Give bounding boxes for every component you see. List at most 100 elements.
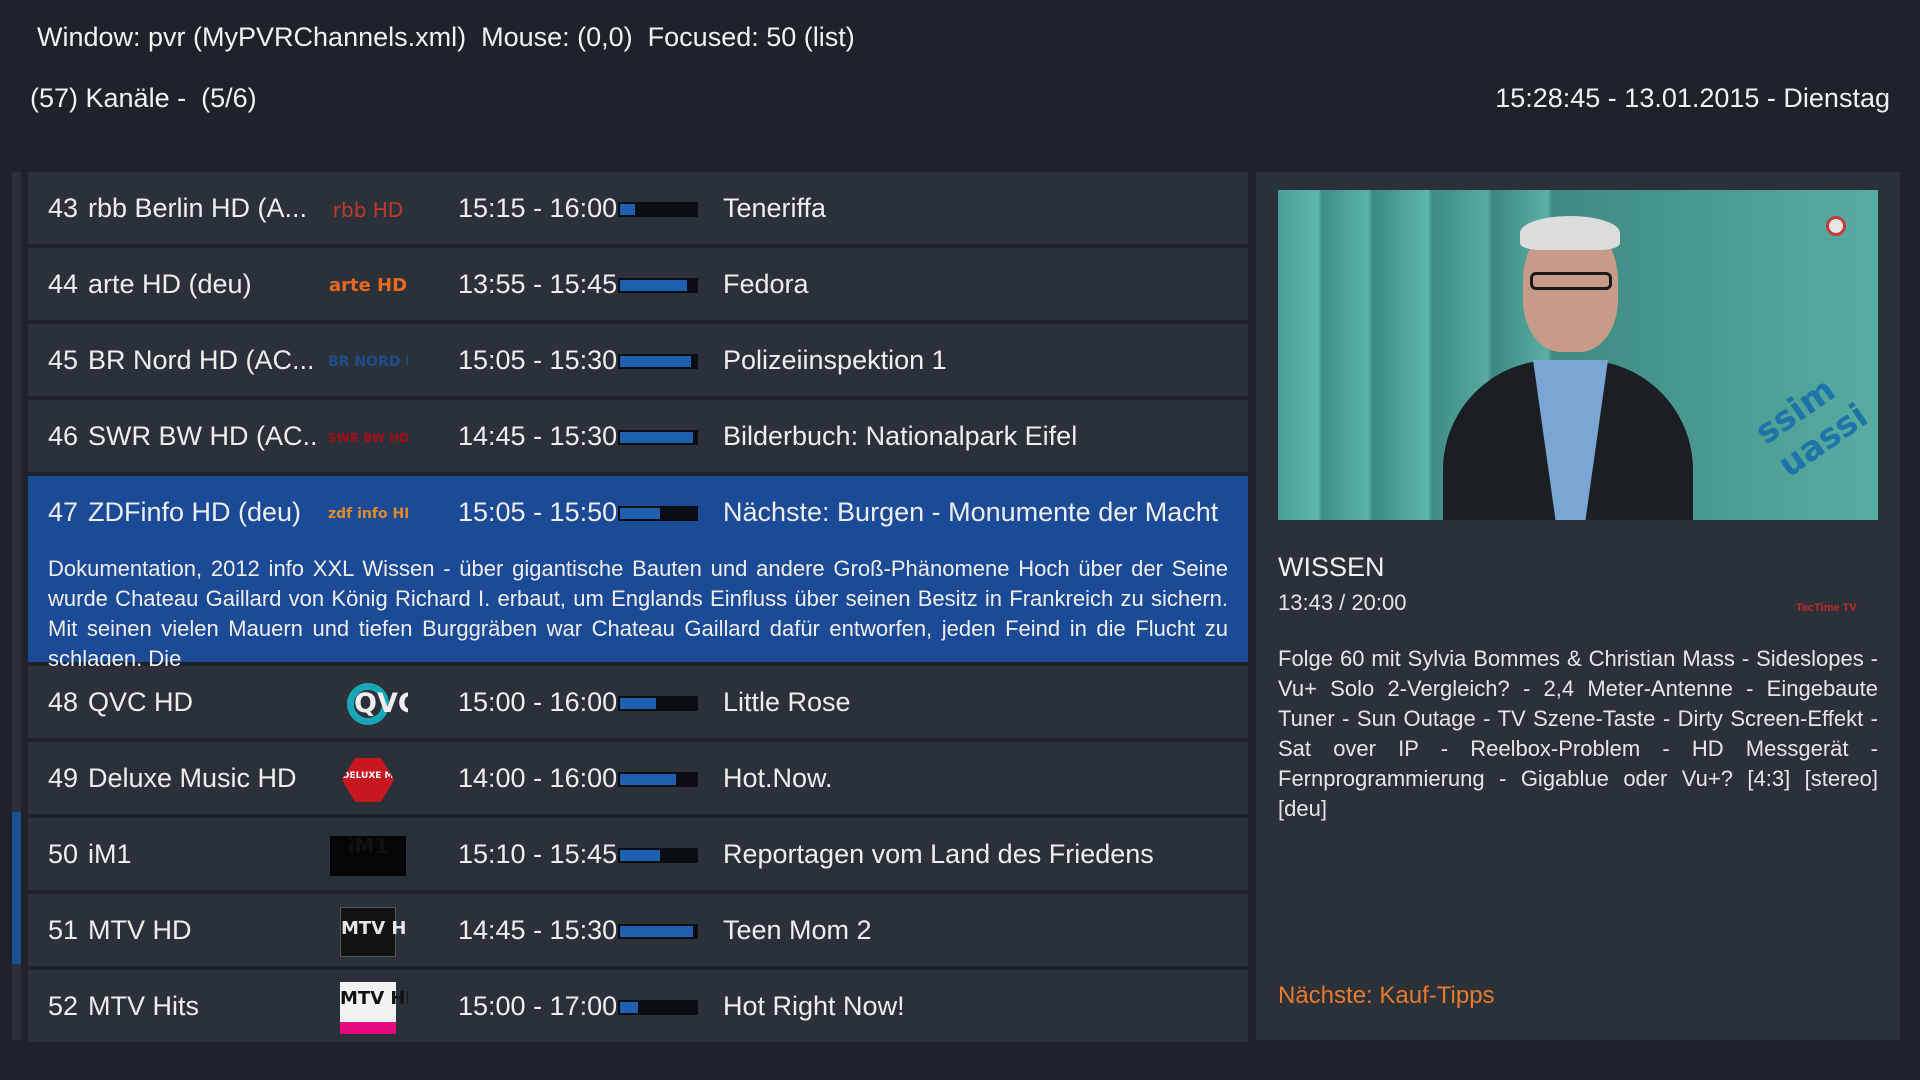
channel-row[interactable]: 52 MTV Hits MTV HITS 15:00 - 17:00 Hot Right… bbox=[28, 970, 1248, 1042]
live-icon bbox=[1826, 216, 1846, 236]
next-program: Nächste: Kauf-Tipps bbox=[1278, 982, 1495, 1009]
channel-logo-cell: arte HD bbox=[328, 248, 408, 320]
clock-date: 15:28:45 - 13.01.2015 - Dienstag bbox=[1495, 83, 1890, 113]
progress-bar-fill bbox=[620, 774, 677, 785]
deluxe-logo-icon: DELUXE MUSIC HD bbox=[342, 757, 394, 802]
progress-bar-fill bbox=[620, 508, 660, 519]
progress-bar-fill bbox=[620, 280, 687, 291]
progress-bar bbox=[618, 1000, 698, 1015]
video-preview: ssim uassi bbox=[1278, 190, 1878, 520]
progress-bar-fill bbox=[620, 926, 693, 937]
program-time-range: 14:45 - 15:30 bbox=[458, 421, 618, 451]
program-title: Polizeiinspektion 1 bbox=[723, 345, 947, 375]
channel-row[interactable]: 51 MTV HD MTV HD 14:45 - 15:30 Teen Mom 2 bbox=[28, 894, 1248, 966]
channel-row[interactable]: 46 SWR BW HD (AC... SWR BW HD 14:45 - 15:30… bbox=[28, 400, 1248, 472]
channel-row[interactable]: 47 ZDFinfo HD (deu) zdf info HD 15:05 - 15:… bbox=[28, 476, 1248, 671]
progress-bar bbox=[618, 924, 698, 939]
channel-row[interactable]: 44 arte HD (deu) arte HD 13:55 - 15:45 Fedor… bbox=[28, 248, 1248, 320]
channel-row[interactable]: 43 rbb Berlin HD (A... rbb HD 15:15 - 16:00… bbox=[28, 172, 1248, 244]
progress-bar bbox=[618, 772, 698, 787]
channel-name: arte HD (deu) bbox=[88, 269, 252, 299]
channel-logo-cell: MTV HITS bbox=[328, 970, 408, 1042]
progress-bar-fill bbox=[620, 1002, 639, 1013]
program-title: Hot.Now. bbox=[723, 763, 833, 793]
progress-bar-fill bbox=[620, 432, 693, 443]
channel-logo-cell: BR NORD HD bbox=[328, 324, 408, 396]
progress-bar bbox=[618, 354, 698, 369]
info-panel: ssim uassi WISSEN 13:43 / 20:00 TecTime … bbox=[1256, 172, 1900, 1040]
channel-row[interactable]: 45 BR Nord HD (AC... BR NORD HD 15:05 - 15:… bbox=[28, 324, 1248, 396]
program-time-range: 15:05 - 15:50 bbox=[458, 497, 618, 527]
program-time-range: 13:55 - 15:45 bbox=[458, 269, 618, 299]
presenter-hair bbox=[1520, 216, 1620, 250]
channel-logo-cell: DELUXE MUSIC HD bbox=[328, 742, 408, 814]
channel-name: MTV Hits bbox=[88, 991, 199, 1021]
progress-bar bbox=[618, 696, 698, 711]
rbb-logo-icon: rbb HD bbox=[332, 197, 404, 222]
channel-number: 43 bbox=[48, 193, 79, 223]
program-title: Teneriffa bbox=[723, 193, 827, 223]
progress-bar-fill bbox=[620, 850, 661, 861]
channel-name: SWR BW HD (AC... bbox=[88, 421, 318, 451]
presenter-glasses bbox=[1530, 272, 1612, 290]
program-title: Bilderbuch: Nationalpark Eifel bbox=[723, 421, 1078, 451]
channel-row[interactable]: 50 iM1 iM1 15:10 - 15:45 Reportagen vom Land… bbox=[28, 818, 1248, 890]
debug-line: Window: pvr (MyPVRChannels.xml) Mouse: (… bbox=[37, 22, 855, 52]
channel-number: 50 bbox=[48, 839, 79, 869]
channel-name: Deluxe Music HD bbox=[88, 763, 297, 793]
swr-logo-icon: SWR BW HD bbox=[328, 430, 408, 445]
program-time-range: 15:00 - 16:00 bbox=[458, 687, 618, 717]
channel-number: 48 bbox=[48, 687, 79, 717]
program-genre: WISSEN bbox=[1278, 552, 1385, 582]
preview-banner-text: ssim uassi bbox=[1748, 369, 1876, 486]
program-time: 13:43 / 20:00 bbox=[1278, 590, 1407, 615]
channel-row[interactable]: 49 Deluxe Music HD DELUXE MUSIC HD 14:00 - … bbox=[28, 742, 1248, 814]
channel-name: ZDFinfo HD (deu) bbox=[88, 497, 302, 527]
channel-name: MTV HD bbox=[88, 915, 192, 945]
zdf-logo-icon: zdf info HD bbox=[328, 505, 408, 522]
program-time-range: 15:10 - 15:45 bbox=[458, 839, 618, 869]
progress-bar-fill bbox=[620, 204, 636, 215]
channel-number: 45 bbox=[48, 345, 79, 375]
im1-logo-icon: iM1 bbox=[330, 835, 406, 876]
channel-count-header: (57) Kanäle - (5/6) bbox=[30, 83, 257, 113]
program-title: Nächste: Burgen - Monumente der Macht bbox=[723, 497, 1219, 527]
channel-list[interactable]: 43 rbb Berlin HD (A... rbb HD 15:15 - 16:00… bbox=[28, 172, 1248, 1046]
progress-bar-fill bbox=[620, 356, 691, 367]
program-description: Dokumentation, 2012 info XXL Wissen - üb… bbox=[48, 556, 1228, 671]
list-scrollbar[interactable] bbox=[12, 172, 21, 1040]
program-title: Hot Right Now! bbox=[723, 991, 905, 1021]
channel-number: 46 bbox=[48, 421, 79, 451]
qvc-logo-icon: QVC HD bbox=[347, 682, 408, 725]
channel-logo-cell: SWR BW HD bbox=[328, 400, 408, 472]
program-title: Reportagen vom Land des Friedens bbox=[723, 839, 1154, 869]
mtv-logo-icon: MTV HD bbox=[340, 906, 408, 957]
br-logo-icon: BR NORD HD bbox=[328, 353, 408, 370]
channel-name: QVC HD bbox=[88, 687, 194, 717]
program-title: Fedora bbox=[723, 269, 809, 299]
channel-number: 47 bbox=[48, 497, 79, 527]
channel-number: 52 bbox=[48, 991, 79, 1021]
progress-bar bbox=[618, 848, 698, 863]
channel-row[interactable]: 48 QVC HD QVC HD 15:00 - 16:00 Little Rose bbox=[28, 666, 1248, 738]
channel-name: BR Nord HD (AC... bbox=[88, 345, 315, 375]
program-description: Folge 60 mit Sylvia Bommes & Christian M… bbox=[1278, 646, 1878, 821]
arte-logo-icon: arte HD bbox=[328, 274, 408, 296]
program-time-range: 14:45 - 15:30 bbox=[458, 915, 618, 945]
program-title: Little Rose bbox=[723, 687, 851, 717]
channel-logo-cell: QVC HD bbox=[328, 666, 408, 738]
channel-number: 49 bbox=[48, 763, 79, 793]
channel-name: rbb Berlin HD (A... bbox=[88, 193, 308, 223]
program-time-range: 15:00 - 17:00 bbox=[458, 991, 618, 1021]
progress-bar bbox=[618, 430, 698, 445]
channel-logo-cell: rbb HD bbox=[328, 172, 408, 244]
channel-logo-cell: MTV HD bbox=[328, 894, 408, 966]
progress-bar bbox=[618, 278, 698, 293]
progress-bar bbox=[618, 506, 698, 521]
channel-number: 44 bbox=[48, 269, 79, 299]
progress-bar bbox=[618, 202, 698, 217]
scrollbar-thumb[interactable] bbox=[12, 812, 21, 964]
program-title: Teen Mom 2 bbox=[723, 915, 872, 945]
program-time-range: 15:05 - 15:30 bbox=[458, 345, 618, 375]
program-time-range: 14:00 - 16:00 bbox=[458, 763, 618, 793]
